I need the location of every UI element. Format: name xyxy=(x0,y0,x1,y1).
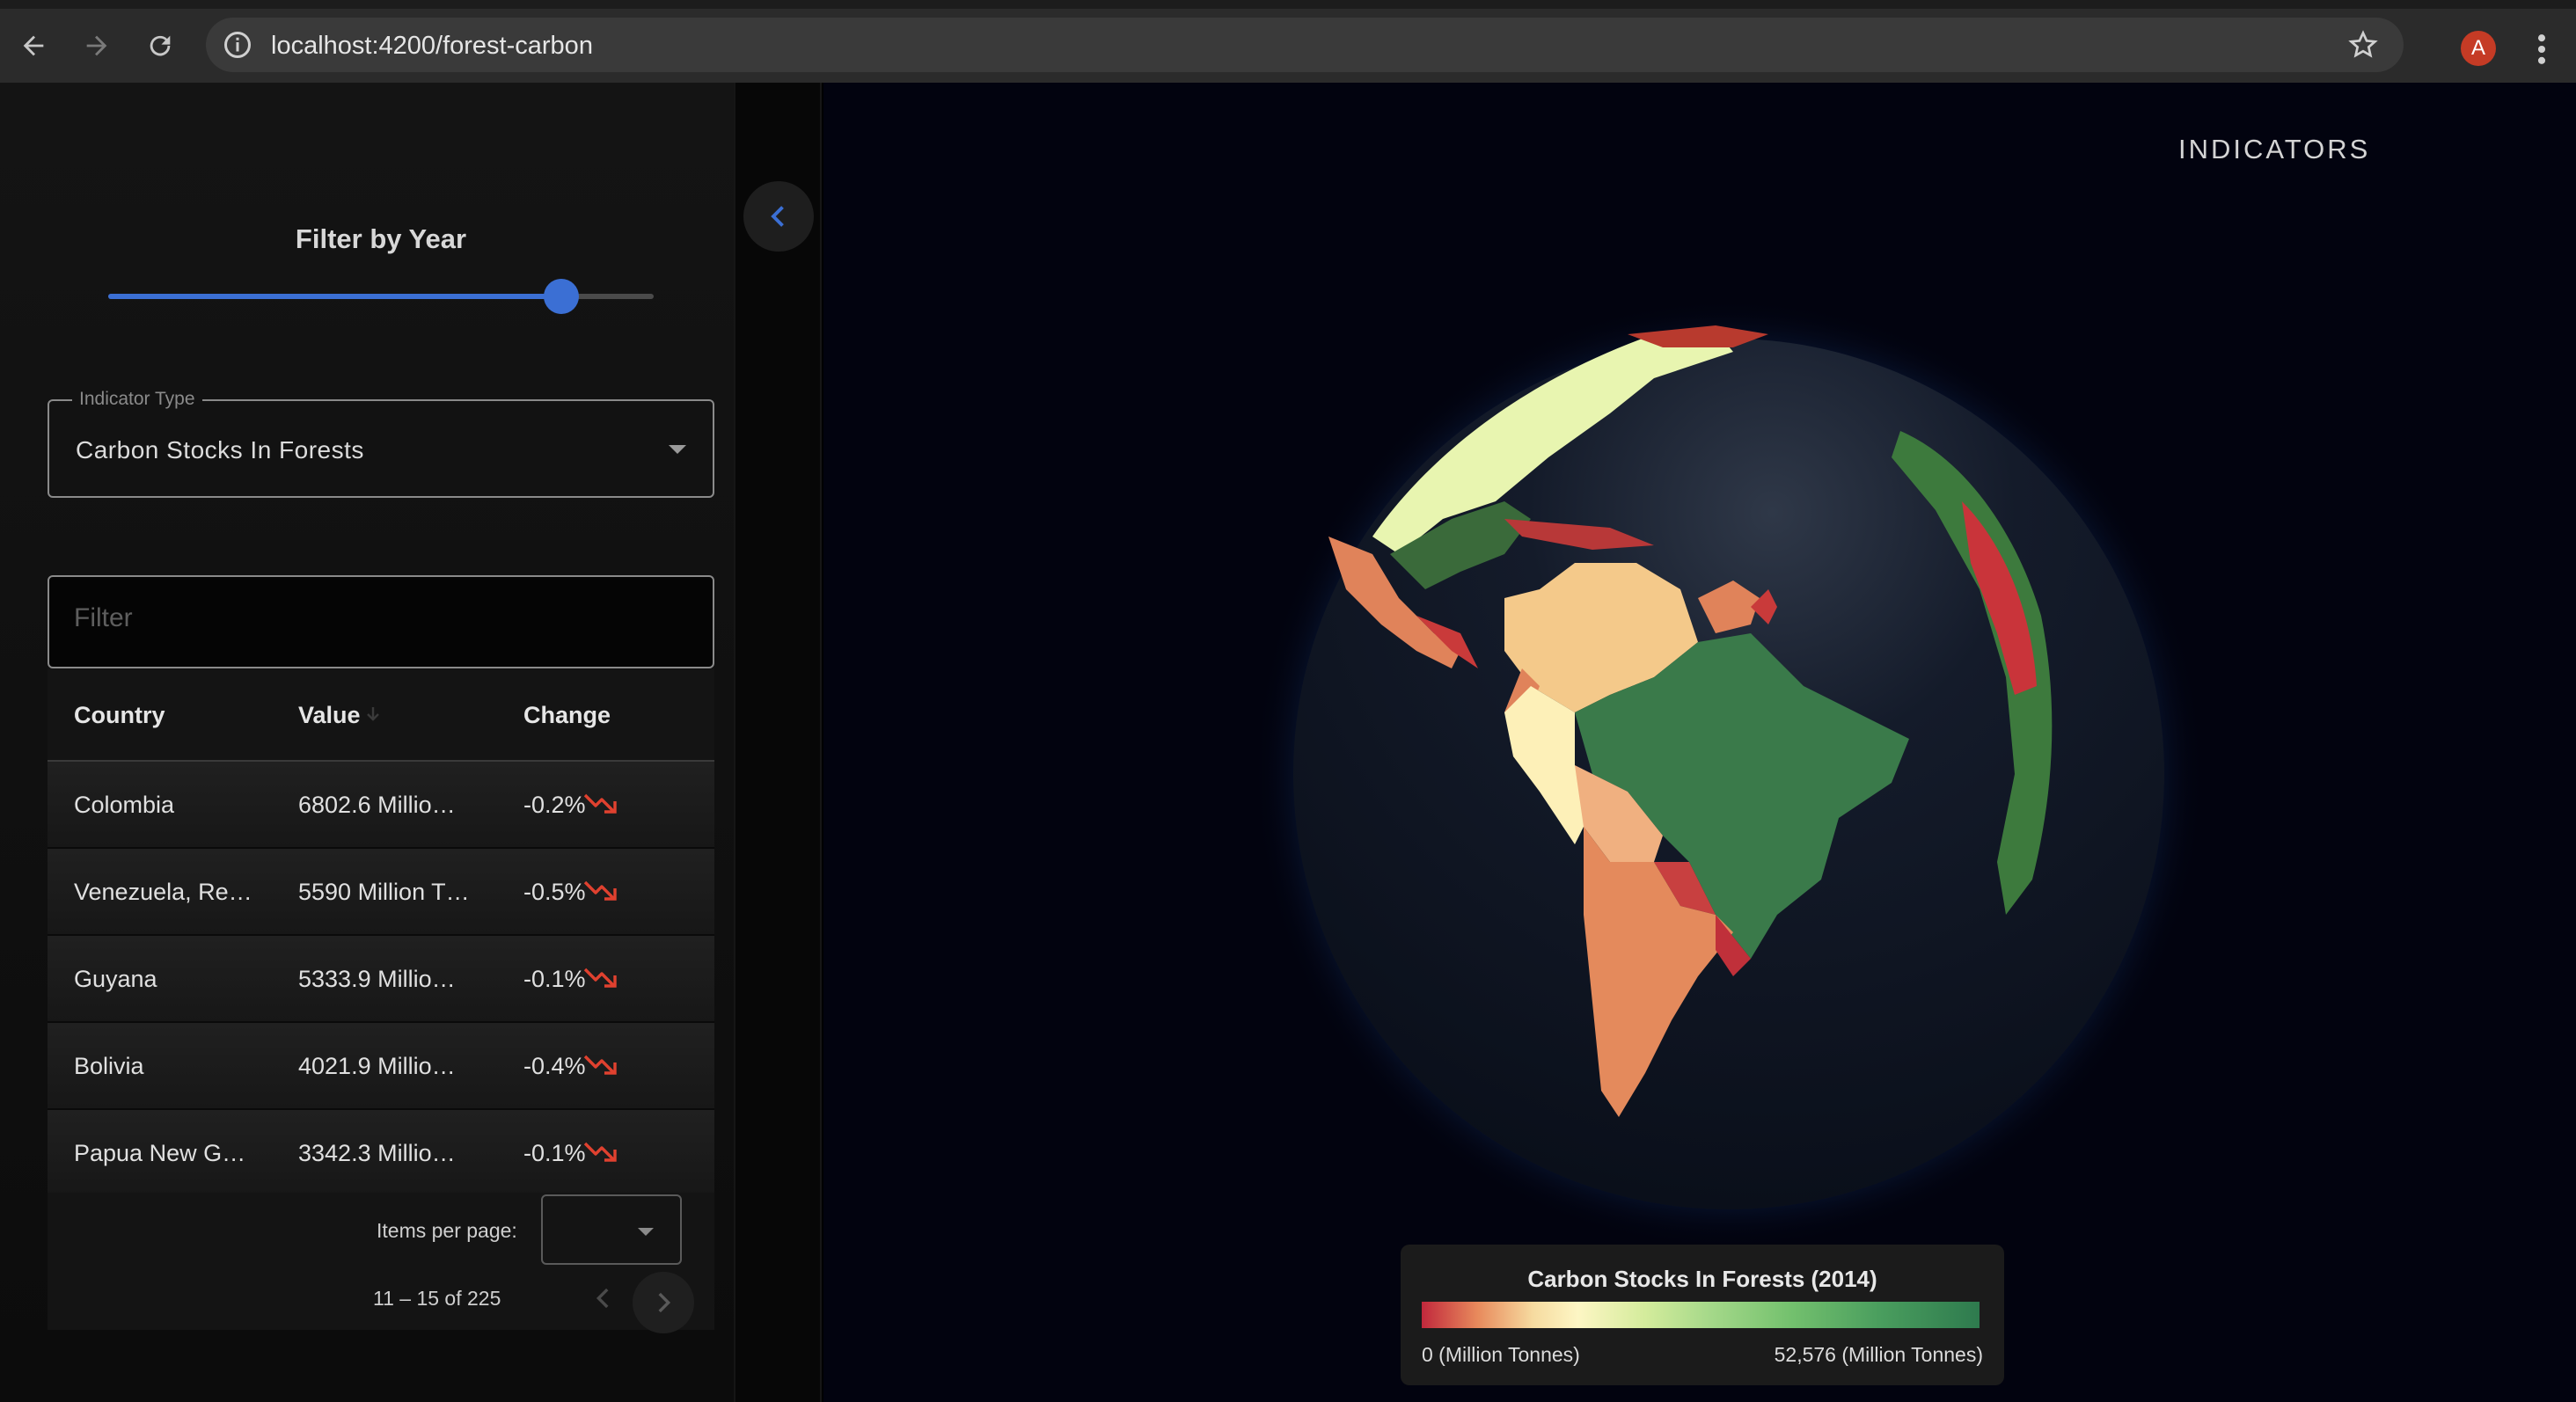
table-row[interactable]: Papua New G… 3342.3 Millio… -0.1% xyxy=(48,1110,714,1197)
country-table: Country Value Change Colombia 6802.6 Mil… xyxy=(48,668,714,1197)
table-row[interactable]: Bolivia 4021.9 Millio… -0.4% xyxy=(48,1023,714,1110)
indicator-type-label: Indicator Type xyxy=(72,389,202,410)
change-cell: -0.1% xyxy=(523,966,586,992)
browser-toolbar: localhost:4200/forest-carbon A xyxy=(0,0,2576,83)
more-menu-icon[interactable] xyxy=(2530,30,2553,69)
value-cell: 5590 Million T… xyxy=(298,879,470,905)
trending-down-icon xyxy=(583,793,617,814)
trending-down-icon xyxy=(583,1142,617,1162)
table-header: Country Value Change xyxy=(48,668,714,762)
change-cell: -0.5% xyxy=(523,879,586,905)
year-slider-thumb[interactable] xyxy=(543,279,579,314)
chevron-left-icon xyxy=(771,206,784,227)
site-info-icon[interactable] xyxy=(222,29,253,61)
reload-icon[interactable] xyxy=(143,28,178,63)
address-bar[interactable]: localhost:4200/forest-carbon xyxy=(206,18,2404,72)
change-column-header[interactable]: Change xyxy=(523,702,611,729)
change-cell: -0.4% xyxy=(523,1053,586,1079)
next-page-button[interactable] xyxy=(633,1272,694,1333)
legend-min-label: 0 (Million Tonnes) xyxy=(1422,1343,1580,1366)
table-row[interactable]: Guyana 5333.9 Millio… -0.1% xyxy=(48,936,714,1023)
country-cell: Guyana xyxy=(74,966,157,992)
legend-title: Carbon Stocks In Forests (2014) xyxy=(1527,1266,1877,1292)
indicators-heading[interactable]: INDICATORS xyxy=(2178,134,2370,165)
country-cell: Venezuela, Re… xyxy=(74,879,252,905)
change-cell: -0.1% xyxy=(523,1140,586,1166)
value-cell: 4021.9 Millio… xyxy=(298,1053,456,1079)
chevron-left-icon xyxy=(596,1288,609,1309)
sidebar-rail xyxy=(734,83,822,1402)
chevron-right-icon xyxy=(658,1292,671,1313)
value-cell: 6802.6 Millio… xyxy=(298,792,456,818)
url-text[interactable]: localhost:4200/forest-carbon xyxy=(271,32,593,61)
filter-field[interactable] xyxy=(48,575,714,668)
year-slider[interactable] xyxy=(108,279,654,314)
country-cell: Papua New G… xyxy=(74,1140,246,1166)
dropdown-caret-icon[interactable] xyxy=(638,1228,654,1236)
items-per-page-label: Items per page: xyxy=(377,1219,517,1242)
filter-input[interactable] xyxy=(74,603,672,633)
legend-gradient-bar xyxy=(1422,1302,1980,1328)
country-cell: Bolivia xyxy=(74,1053,144,1079)
legend-max-label: 52,576 (Million Tonnes) xyxy=(1774,1343,1983,1366)
table-row[interactable]: Venezuela, Re… 5590 Million T… -0.5% xyxy=(48,849,714,936)
country-cell: Colombia xyxy=(74,792,175,818)
value-cell: 3342.3 Millio… xyxy=(298,1140,456,1166)
indicator-type-value[interactable]: Carbon Stocks In Forests xyxy=(76,436,364,464)
table-row[interactable]: Colombia 6802.6 Millio… -0.2% xyxy=(48,762,714,849)
trending-down-icon xyxy=(583,880,617,901)
dropdown-caret-icon[interactable] xyxy=(669,445,686,454)
trending-down-icon xyxy=(583,968,617,988)
indicator-type-select[interactable]: Indicator Type Carbon Stocks In Forests xyxy=(48,389,714,498)
back-arrow-icon[interactable] xyxy=(16,28,51,63)
globe[interactable] xyxy=(1240,299,2217,1249)
value-cell: 5333.9 Millio… xyxy=(298,966,456,992)
color-legend: Carbon Stocks In Forests (2014) 0 (Milli… xyxy=(1401,1245,2004,1385)
year-slider-fill xyxy=(108,294,561,299)
paginator: Items per page: 11 – 15 of 225 xyxy=(48,1193,714,1333)
forward-arrow-icon[interactable] xyxy=(79,28,114,63)
value-column-header[interactable]: Value xyxy=(298,702,361,729)
bookmark-star-icon[interactable] xyxy=(2347,29,2379,61)
previous-page-button[interactable] xyxy=(577,1272,630,1325)
items-per-page-select[interactable] xyxy=(541,1194,682,1265)
trending-down-icon xyxy=(583,1055,617,1075)
country-column-header[interactable]: Country xyxy=(74,702,165,729)
change-cell: -0.2% xyxy=(523,792,586,818)
filter-year-label: Filter by Year xyxy=(295,223,467,254)
page-range-label: 11 – 15 of 225 xyxy=(373,1287,501,1310)
sort-arrow-icon[interactable] xyxy=(362,704,384,725)
profile-avatar[interactable]: A xyxy=(2461,31,2496,66)
